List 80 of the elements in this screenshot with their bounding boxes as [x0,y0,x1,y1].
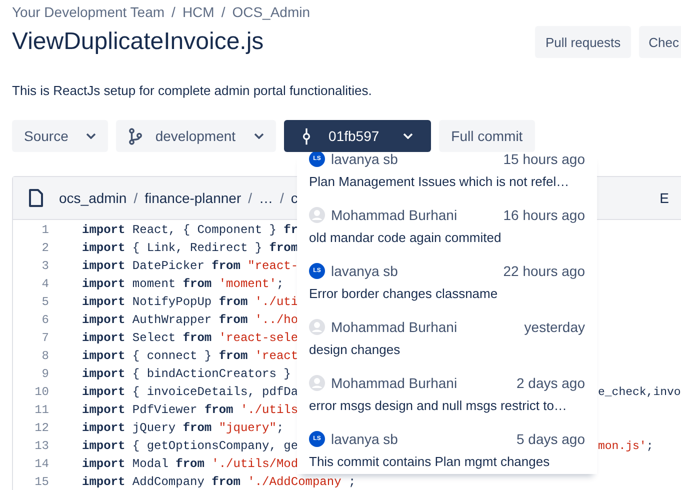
commit-author: lavanya sb [331,263,398,279]
repo-description: This is ReactJs setup for complete admin portal functionalities. [12,83,373,98]
header-button[interactable]: Pull requests [535,26,631,58]
commit-time: yesterday [524,319,585,335]
code-line: import React, { Component } fr [82,223,298,237]
line-number: 10 [34,385,49,399]
line-number: 4 [40,277,49,291]
commit-message[interactable]: This commit contains Plan mgmt changes [309,454,585,469]
code-line: import Select from 'react-sele [82,331,298,345]
commit-time: 22 hours ago [503,263,585,279]
breadcrumb-link[interactable]: HCM [182,4,214,20]
code-line: import PdfViewer from './utils [82,403,298,417]
commit-time: 16 hours ago [503,207,585,223]
code-line: import { getOptionsCompany, ge [82,439,298,453]
path-segment[interactable]: … [259,190,273,206]
line-number: 11 [34,403,49,417]
edit-button[interactable]: E [660,190,669,206]
path-separator: / [134,190,138,206]
full-commit-button[interactable]: Full commit [439,120,535,152]
breadcrumb-separator: / [221,4,226,20]
code-line: import { Link, Redirect } from [82,241,298,255]
source-dropdown[interactable]: Source [12,120,108,152]
code-line: import AddCompany from './AddCompany ; [82,475,356,489]
code-line: import { connect } from 'react [82,349,298,363]
commit-dropdown[interactable]: 01fb597 [284,120,432,152]
commit-message[interactable]: design changes [309,342,585,357]
commit-time: 5 days ago [516,431,585,447]
chevron-icon [254,133,264,139]
line-number: 14 [34,457,49,471]
line-number: 15 [34,475,49,489]
line-number: 8 [40,349,49,363]
path-separator: / [248,190,252,206]
code-line: import moment from 'moment'; [82,277,284,291]
commit-time: 2 days ago [516,375,585,391]
commit-message[interactable]: Error border changes classname [309,286,585,301]
code-line: mon.js'; [598,440,654,452]
line-number: 13 [34,439,49,453]
line-number: 1 [40,223,49,237]
breadcrumb-separator: / [172,4,176,20]
code-line: import DatePicker from "react- [82,259,298,273]
commit-message[interactable]: Plan Management Issues which is not refel… [309,174,585,189]
chevron-icon [403,133,414,139]
file-icon [29,189,43,207]
path-separator: / [280,190,284,206]
commit-author: lavanya sb [331,152,398,167]
code-line: import AuthWrapper from '../ho [82,313,298,327]
commit-author: Mohammad Burhani [331,375,458,391]
code-line: e_check,invo [598,386,681,398]
commit-icon [302,128,311,144]
breadcrumb-link[interactable]: Your Development Team [12,4,165,20]
line-number: 7 [40,331,49,345]
branch-dropdown[interactable]: development [116,120,276,152]
code-line: import jQuery from "jquery"; [82,421,284,435]
breadcrumb-link[interactable]: OCS_Admin [232,4,310,20]
branch-icon [128,128,144,144]
code-line: import { invoiceDetails, pdfDa [82,385,298,399]
chevron-icon [86,133,96,139]
line-number: 3 [40,259,49,273]
line-number: 9 [40,367,49,381]
code-line: import Modal from './utils/Mod [82,457,298,471]
path-segment[interactable]: c [290,190,298,206]
line-number: 5 [40,295,49,309]
line-number: 6 [40,313,49,327]
path-segment[interactable]: ocs_admin [59,190,127,206]
default-avatar-icon [309,375,325,391]
default-avatar-icon [309,207,325,223]
path-segment[interactable]: finance-planner [144,190,242,206]
commit-message[interactable]: error msgs design and null msgs restrict to… [309,398,585,413]
commit-time: 15 hours ago [503,152,585,167]
file-title: ViewDuplicateInvoice.js [12,28,265,56]
line-number: 2 [40,241,49,255]
header-button[interactable]: Chec [638,26,681,58]
commit-author: lavanya sb [331,431,398,447]
commit-message[interactable]: old mandar code again commited [309,230,585,245]
commit-author: Mohammad Burhani [331,319,458,335]
line-number: 12 [34,421,49,435]
commit-author: Mohammad Burhani [331,207,458,223]
default-avatar-icon [309,319,325,335]
code-line: import { bindActionCreators } [82,367,291,381]
code-line: import NotifyPopUp from './uti [82,295,298,309]
